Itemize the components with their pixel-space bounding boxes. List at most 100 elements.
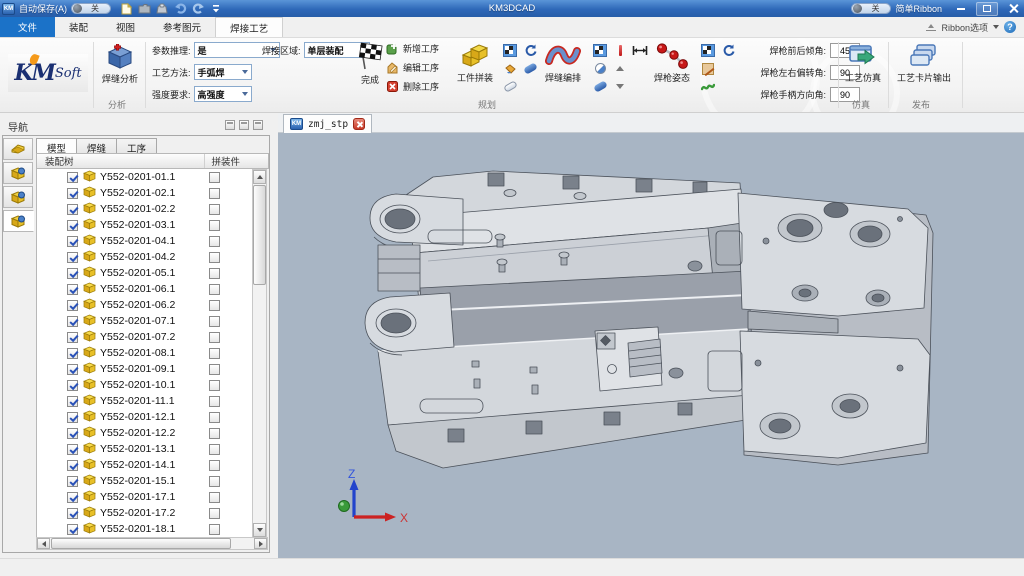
visibility-checkbox[interactable] — [67, 460, 78, 471]
open-folder-icon[interactable] — [137, 2, 151, 15]
vertical-scrollbar[interactable] — [252, 169, 267, 538]
finish-button[interactable]: 完成 — [352, 41, 388, 86]
visibility-checkbox[interactable] — [67, 348, 78, 359]
assembled-checkbox[interactable] — [209, 172, 220, 183]
tree-column-header[interactable]: 装配树 — [37, 154, 74, 168]
assembled-checkbox[interactable] — [209, 220, 220, 231]
tree-row[interactable]: Y552-0201-12.1 — [37, 409, 252, 425]
ribbon-options-label[interactable]: Ribbon选项 — [941, 21, 988, 34]
tree-row[interactable]: Y552-0201-06.2 — [37, 297, 252, 313]
tree-row[interactable]: Y552-0201-07.2 — [37, 329, 252, 345]
assembled-checkbox[interactable] — [209, 204, 220, 215]
visibility-checkbox[interactable] — [67, 252, 78, 263]
part-name[interactable]: Y552-0201-18.1 — [100, 523, 175, 535]
assembled-checkbox[interactable] — [209, 252, 220, 263]
tree-row[interactable]: Y552-0201-04.1 — [37, 233, 252, 249]
weld-flag-mini-icon[interactable] — [592, 43, 608, 58]
visibility-checkbox[interactable] — [67, 316, 78, 327]
assembled-checkbox[interactable] — [209, 524, 220, 535]
maximize-button[interactable] — [976, 2, 998, 16]
path-snake-icon[interactable] — [700, 79, 716, 94]
assembled-checkbox[interactable] — [209, 348, 220, 359]
rotate-icon[interactable] — [522, 43, 538, 58]
strength-req-select[interactable]: 高强度 — [194, 86, 252, 102]
tree-row[interactable]: Y552-0201-04.2 — [37, 249, 252, 265]
part-name[interactable]: Y552-0201-17.1 — [100, 491, 175, 503]
part-assemble-button[interactable]: 工件拼装 — [452, 43, 498, 84]
add-operation-button[interactable]: 新增工序 — [386, 41, 439, 56]
seam-marker-icon[interactable] — [612, 43, 628, 58]
tab-reference[interactable]: 参考图元 — [149, 17, 215, 37]
assembled-checkbox[interactable] — [209, 268, 220, 279]
close-button[interactable] — [1002, 2, 1024, 16]
seam-sphere-icon[interactable] — [592, 61, 608, 76]
redo-icon[interactable] — [191, 2, 205, 15]
tree-row[interactable]: Y552-0201-01.1 — [37, 169, 252, 185]
tree-row[interactable]: Y552-0201-11.1 — [37, 393, 252, 409]
document-close-icon[interactable] — [353, 118, 365, 130]
assembled-checkbox[interactable] — [209, 396, 220, 407]
toolbar-more-icon[interactable] — [209, 2, 223, 15]
tab-file[interactable]: 文件 — [0, 17, 55, 37]
weld-flag-mini-icon[interactable] — [700, 43, 716, 58]
torch-capsule-white-icon[interactable] — [502, 79, 518, 94]
tree-row[interactable]: Y552-0201-06.1 — [37, 281, 252, 297]
part-name[interactable]: Y552-0201-01.1 — [100, 171, 175, 183]
tree-row[interactable]: Y552-0201-17.1 — [37, 489, 252, 505]
assembled-checkbox[interactable] — [209, 492, 220, 503]
assembled-column-header[interactable]: 拼装件 — [204, 154, 240, 168]
minimize-button[interactable] — [950, 2, 972, 16]
visibility-checkbox[interactable] — [67, 284, 78, 295]
part-name[interactable]: Y552-0201-02.2 — [100, 203, 175, 215]
assembled-checkbox[interactable] — [209, 476, 220, 487]
undo-icon[interactable] — [173, 2, 187, 15]
assembled-checkbox[interactable] — [209, 364, 220, 375]
edit-pose-icon[interactable] — [700, 61, 716, 76]
tree-row[interactable]: Y552-0201-08.1 — [37, 345, 252, 361]
tree-row[interactable]: Y552-0201-02.1 — [37, 185, 252, 201]
autosave-toggle[interactable]: 关 — [71, 3, 111, 14]
panel-close-icon[interactable] — [253, 120, 263, 130]
visibility-checkbox[interactable] — [67, 476, 78, 487]
part-name[interactable]: Y552-0201-15.1 — [100, 475, 175, 487]
strip-process-button[interactable] — [3, 210, 34, 232]
part-name[interactable]: Y552-0201-12.1 — [100, 411, 175, 423]
seam-arrange-button[interactable]: 焊缝编排 — [538, 43, 588, 84]
part-name[interactable]: Y552-0201-08.1 — [100, 347, 175, 359]
horizontal-scroll-thumb[interactable] — [51, 538, 231, 549]
part-name[interactable]: Y552-0201-09.1 — [100, 363, 175, 375]
fill-bucket-icon[interactable] — [502, 61, 518, 76]
strip-model-button[interactable] — [3, 138, 33, 160]
tab-view[interactable]: 视图 — [102, 17, 149, 37]
document-tab[interactable]: KM zmj_stp — [283, 114, 372, 133]
visibility-checkbox[interactable] — [67, 364, 78, 375]
visibility-checkbox[interactable] — [67, 172, 78, 183]
torch-capsule-blue-icon[interactable] — [522, 61, 538, 76]
assembled-checkbox[interactable] — [209, 284, 220, 295]
assembled-checkbox[interactable] — [209, 428, 220, 439]
move-up-icon[interactable] — [612, 61, 628, 76]
process-method-select[interactable]: 手弧焊 — [194, 64, 252, 80]
assembled-checkbox[interactable] — [209, 300, 220, 311]
part-name[interactable]: Y552-0201-05.1 — [100, 267, 175, 279]
rotate-icon[interactable] — [720, 43, 736, 58]
assembled-checkbox[interactable] — [209, 508, 220, 519]
torch-capsule-blue-icon[interactable] — [592, 79, 608, 94]
panel-pin-icon[interactable] — [239, 120, 249, 130]
tree-row[interactable]: Y552-0201-13.1 — [37, 441, 252, 457]
measure-icon[interactable] — [632, 43, 648, 58]
process-simulation-button[interactable]: 工艺仿真 — [843, 43, 883, 84]
visibility-checkbox[interactable] — [67, 300, 78, 311]
visibility-checkbox[interactable] — [67, 412, 78, 423]
panel-dock-icon[interactable] — [225, 120, 235, 130]
horizontal-scrollbar[interactable] — [36, 537, 268, 550]
assembled-checkbox[interactable] — [209, 236, 220, 247]
move-down-icon[interactable] — [612, 79, 628, 94]
visibility-checkbox[interactable] — [67, 332, 78, 343]
part-name[interactable]: Y552-0201-11.1 — [100, 395, 175, 407]
visibility-checkbox[interactable] — [67, 524, 78, 535]
process-card-output-button[interactable]: 工艺卡片输出 — [893, 43, 955, 84]
tree-row[interactable]: Y552-0201-17.2 — [37, 505, 252, 521]
part-name[interactable]: Y552-0201-06.1 — [100, 283, 175, 295]
delete-operation-button[interactable]: 删除工序 — [386, 79, 439, 94]
